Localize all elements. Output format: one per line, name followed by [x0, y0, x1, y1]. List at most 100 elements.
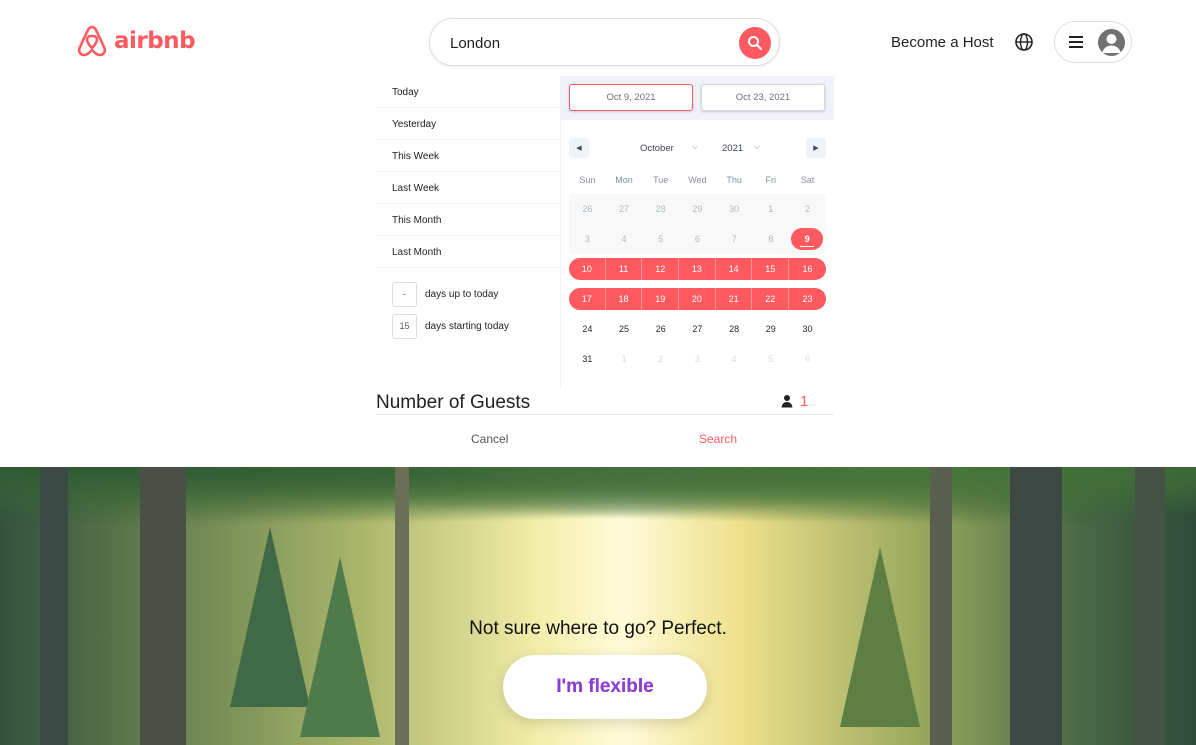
- calendar-day: 29: [679, 194, 716, 224]
- calendar-day[interactable]: 12: [642, 258, 680, 280]
- calendar-day[interactable]: 17: [569, 288, 606, 310]
- weekday-label: Wed: [688, 175, 707, 185]
- calendar-day: 27: [605, 194, 643, 224]
- top-header: airbnb London Become a Host: [0, 0, 1196, 84]
- calendar-day: 2: [658, 354, 664, 364]
- calendar-day[interactable]: 14: [715, 258, 753, 280]
- person-icon: [781, 395, 793, 408]
- weekday-label: Sun: [579, 175, 596, 185]
- tree-trunk: [40, 467, 68, 745]
- logo-text: airbnb: [114, 28, 196, 54]
- cancel-button[interactable]: Cancel: [471, 432, 508, 446]
- month-navigation: ◀ October ⌵ 2021 ⌵ ▶: [561, 136, 834, 158]
- guest-count[interactable]: 1: [800, 393, 808, 410]
- date-presets-panel: Today Yesterday This Week Last Week This…: [376, 76, 561, 388]
- calendar-day[interactable]: 31: [569, 344, 606, 374]
- tree-trunk: [395, 467, 409, 745]
- calendar-day[interactable]: 19: [642, 288, 680, 310]
- calendar-week: 31 1 2 3 4 5 6: [569, 344, 826, 374]
- days-up-to-today-input[interactable]: -: [392, 281, 417, 307]
- weekday-label: Mon: [615, 175, 633, 185]
- calendar-day[interactable]: 9: [791, 228, 824, 250]
- date-display: Oct 9, 2021 Oct 23, 2021: [561, 76, 834, 120]
- tree-trunk: [1135, 467, 1165, 745]
- calendar-day[interactable]: 21: [715, 288, 753, 310]
- days-starting-today-label: days starting today: [425, 320, 509, 332]
- preset-this-week[interactable]: This Week: [376, 140, 560, 172]
- calendar-day[interactable]: 26: [642, 314, 679, 344]
- days-starting-today-input[interactable]: 15: [392, 313, 417, 339]
- tree-trunk: [140, 467, 186, 745]
- chevron-down-icon: ⌵: [692, 142, 699, 151]
- calendar-week: 26 27 28 29 30 1 2: [569, 194, 826, 224]
- calendar-day: 4: [605, 224, 643, 254]
- calendar-day[interactable]: 10: [569, 258, 606, 280]
- hero-banner: Not sure where to go? Perfect. I'm flexi…: [0, 467, 1196, 745]
- calendar-day[interactable]: 22: [752, 288, 790, 310]
- tree-trunk: [1010, 467, 1062, 745]
- calendar-day: 4: [731, 354, 737, 364]
- calendar-week: 3456789: [569, 224, 826, 254]
- preset-yesterday[interactable]: Yesterday: [376, 108, 560, 140]
- calendar-week: 10 11 12 13 14 15 16: [569, 254, 826, 284]
- calendar-day[interactable]: 18: [605, 288, 643, 310]
- guests-title: Number of Guests: [376, 392, 531, 413]
- calendar-day[interactable]: 20: [679, 288, 716, 310]
- calendar-day[interactable]: 24: [569, 314, 606, 344]
- preset-last-week[interactable]: Last Week: [376, 172, 560, 204]
- calendar-day: 26: [569, 194, 606, 224]
- user-menu-button[interactable]: [1054, 21, 1132, 63]
- calendar-day[interactable]: 30: [789, 314, 826, 344]
- location-search-bar[interactable]: London: [429, 18, 780, 66]
- calendar-day[interactable]: 25: [606, 314, 643, 344]
- airbnb-logo[interactable]: airbnb: [76, 24, 196, 58]
- month-select[interactable]: October: [640, 143, 674, 154]
- picker-actions: Cancel Search: [376, 430, 834, 450]
- calendar: Oct 9, 2021 Oct 23, 2021 ◀ October ⌵ 202…: [561, 76, 834, 388]
- hero-title: Not sure where to go? Perfect.: [469, 618, 727, 639]
- calendar-day: 2: [789, 194, 826, 224]
- next-month-button[interactable]: ▶: [806, 138, 826, 158]
- calendar-day: 8: [752, 224, 790, 254]
- calendar-day: 1: [621, 354, 627, 364]
- calendar-day[interactable]: 23: [789, 288, 826, 310]
- calendar-day[interactable]: 13: [679, 258, 716, 280]
- weekday-label: Sat: [800, 175, 815, 185]
- end-date-field[interactable]: Oct 23, 2021: [701, 84, 825, 111]
- preset-today[interactable]: Today: [376, 76, 560, 108]
- calendar-day: 3: [694, 354, 700, 364]
- calendar-day[interactable]: 29: [752, 314, 789, 344]
- search-submit-button[interactable]: Search: [699, 432, 737, 446]
- calendar-day[interactable]: 11: [605, 258, 643, 280]
- preset-last-month[interactable]: Last Month: [376, 236, 560, 268]
- become-host-link[interactable]: Become a Host: [891, 34, 994, 51]
- calendar-day[interactable]: 15: [752, 258, 790, 280]
- weekday-label: Tue: [653, 175, 669, 185]
- year-select[interactable]: 2021: [722, 143, 743, 154]
- search-input[interactable]: London: [450, 35, 500, 52]
- calendar-day[interactable]: 27: [679, 314, 716, 344]
- calendar-day[interactable]: 16: [789, 258, 826, 280]
- calendar-day: 3: [569, 224, 606, 254]
- calendar-day: 30: [715, 194, 753, 224]
- prev-month-button[interactable]: ◀: [569, 138, 589, 158]
- weekday-label: Thu: [726, 175, 742, 185]
- calendar-day: 5: [642, 224, 680, 254]
- user-icon: [1102, 34, 1121, 53]
- caret-right-icon: ▶: [813, 145, 819, 152]
- im-flexible-label: I'm flexible: [556, 676, 654, 697]
- calendar-day[interactable]: 28: [716, 314, 753, 344]
- preset-this-month[interactable]: This Month: [376, 204, 560, 236]
- chevron-down-icon: ⌵: [754, 142, 761, 151]
- search-button[interactable]: [739, 27, 771, 59]
- days-up-to-today-label: days up to today: [425, 288, 499, 300]
- globe-icon[interactable]: [1014, 32, 1034, 52]
- pine-tree: [230, 527, 310, 707]
- im-flexible-button[interactable]: I'm flexible: [503, 655, 707, 719]
- guests-row: Number of Guests 1: [376, 388, 834, 415]
- calendar-day: 1: [752, 194, 790, 224]
- tree-trunk: [930, 467, 952, 745]
- caret-left-icon: ◀: [576, 145, 582, 152]
- start-date-field[interactable]: Oct 9, 2021: [569, 84, 693, 111]
- airbnb-logo-icon: [77, 25, 107, 57]
